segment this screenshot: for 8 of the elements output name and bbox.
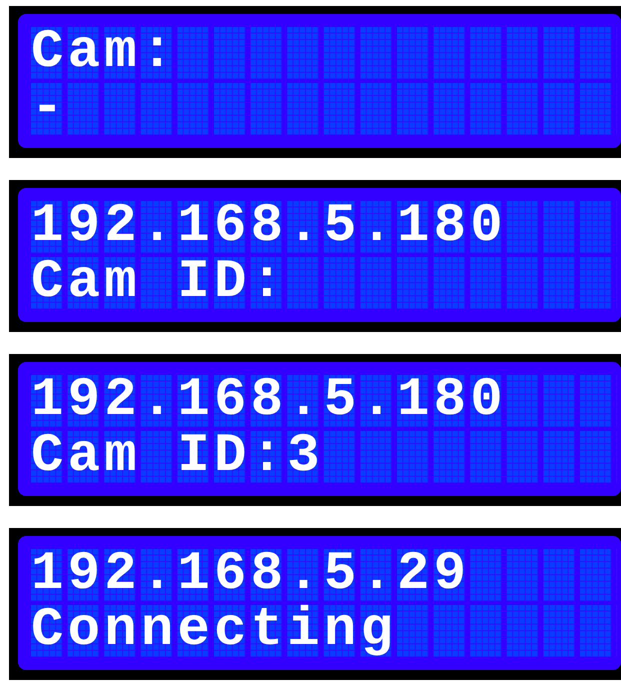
display-text: Cam ID:3 <box>31 429 324 485</box>
display-text: Cam: <box>31 25 178 81</box>
display-text: Cam ID: <box>31 255 288 311</box>
display-text: 192.168.5.180 <box>31 199 507 255</box>
display-text: 192.168.5.180 <box>31 373 507 429</box>
display-text: - <box>31 81 68 137</box>
display-text: 192.168.5.29 <box>31 547 470 603</box>
display-text: Connecting <box>31 603 398 659</box>
